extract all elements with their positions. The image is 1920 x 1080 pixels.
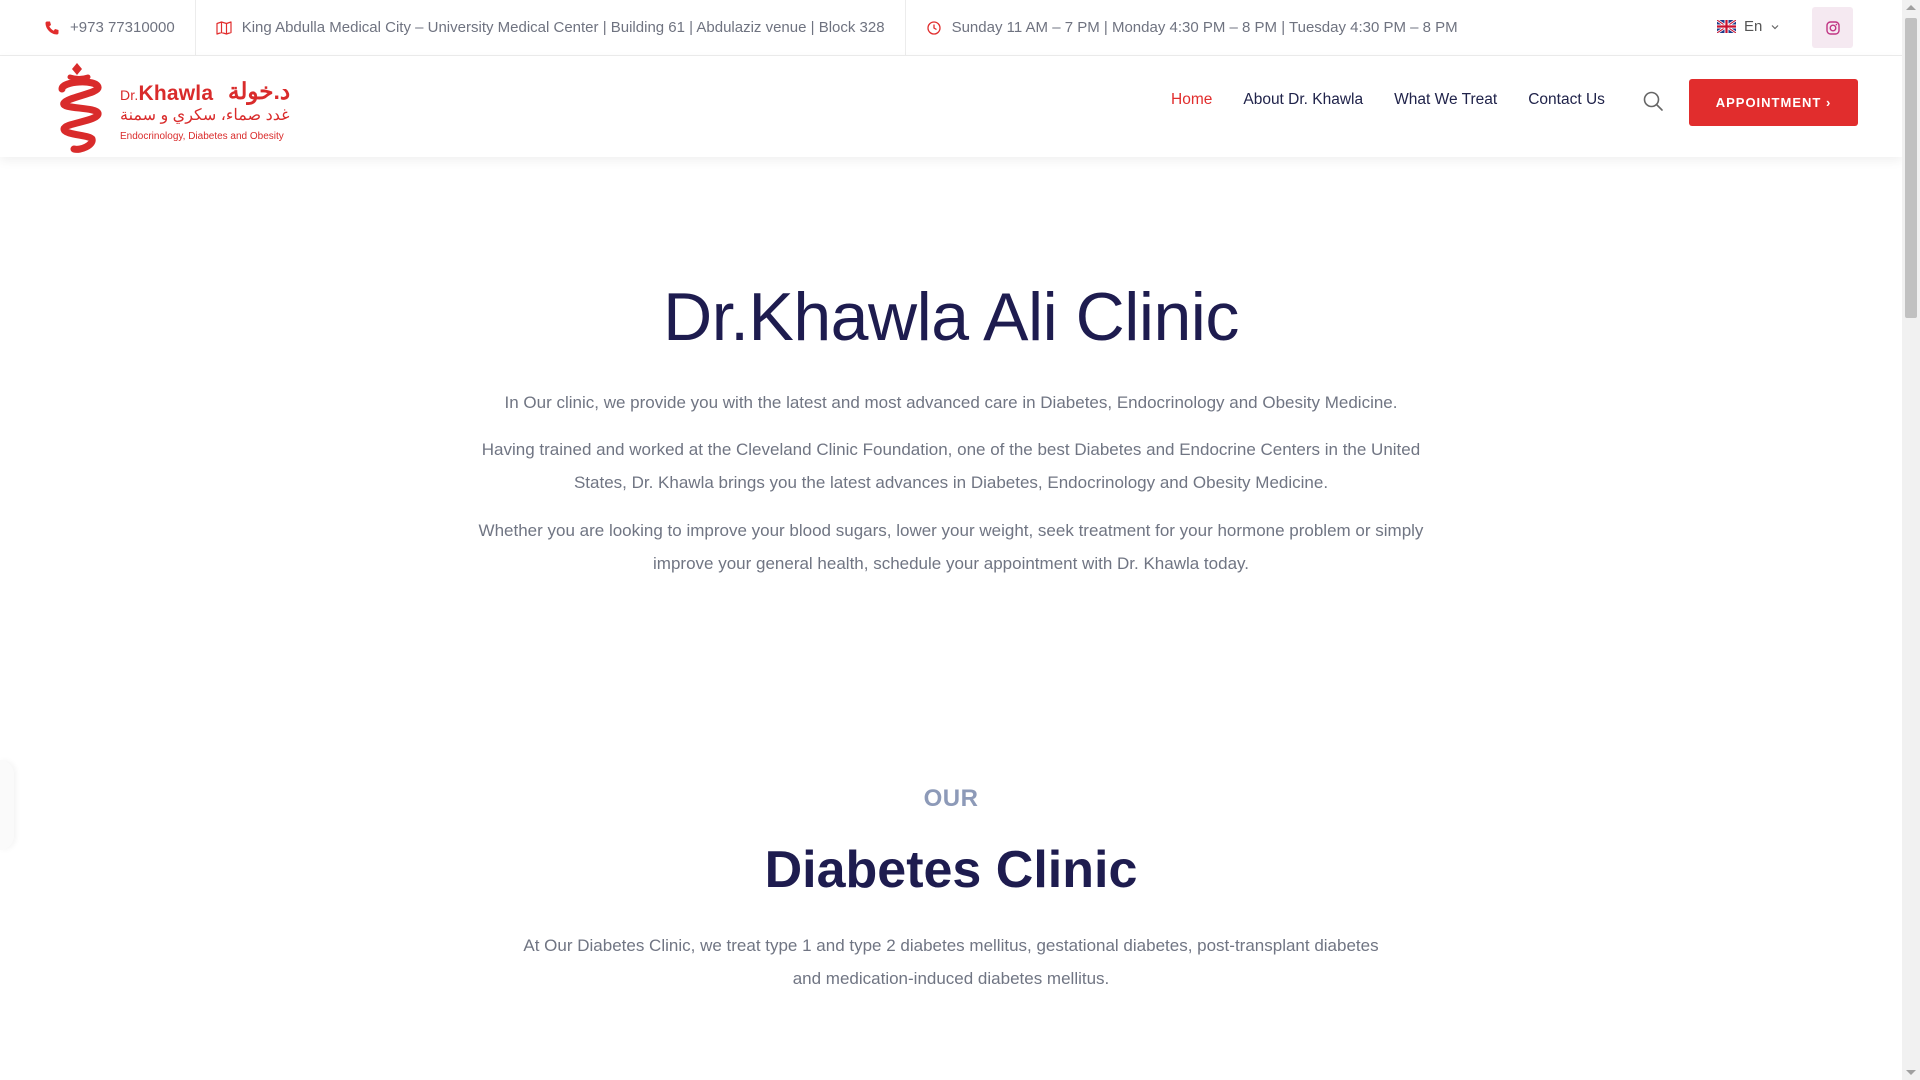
main-nav: Home About Dr. Khawla What We Treat Cont… — [1171, 91, 1605, 109]
language-label: En — [1744, 18, 1763, 35]
search-icon[interactable] — [1642, 90, 1664, 112]
language-selector[interactable]: En — [1717, 18, 1780, 35]
phone-contact[interactable]: +973 77310000 — [0, 0, 196, 56]
instagram-icon — [1825, 20, 1840, 35]
hours-text: Sunday 11 AM – 7 PM | Monday 4:30 PM – 8… — [951, 19, 1458, 36]
logo-name-en: Dr.Khawla — [120, 82, 213, 106]
uk-flag-icon — [1717, 20, 1736, 33]
phone-number[interactable]: +973 77310000 — [70, 19, 175, 36]
top-info-bar: +973 77310000 King Abdulla Medical City … — [0, 0, 1902, 56]
scroll-down-arrow[interactable] — [1906, 1070, 1916, 1075]
hero-training: Having trained and worked at the Clevela… — [481, 440, 1421, 492]
main-header: Dr.Khawla د.خولة غدد صماء، سكري و سمنة E… — [0, 56, 1902, 157]
address-info: King Abdulla Medical City – University M… — [196, 0, 906, 56]
appointment-button[interactable]: APPOINTMENT › — [1689, 79, 1858, 126]
site-logo[interactable]: Dr.Khawla د.خولة غدد صماء، سكري و سمنة E… — [50, 63, 300, 153]
section-eyebrow: OUR — [923, 785, 979, 812]
hero-intro: In Our clinic, we provide you with the l… — [504, 393, 1398, 412]
nav-contact[interactable]: Contact Us — [1528, 91, 1605, 109]
nav-what-we-treat[interactable]: What We Treat — [1394, 91, 1497, 109]
logo-khawla: Khawla — [138, 82, 214, 105]
nav-home[interactable]: Home — [1171, 91, 1212, 109]
instagram-button[interactable] — [1812, 7, 1853, 48]
logo-subtitle: Endocrinology, Diabetes and Obesity — [120, 131, 284, 142]
side-widget-tab[interactable] — [0, 760, 14, 850]
scroll-up-arrow[interactable] — [1906, 5, 1916, 10]
hero-title: Dr.Khawla Ali Clinic — [663, 279, 1239, 355]
logo-tagline-ar: غدد صماء، سكري و سمنة — [120, 107, 290, 124]
phone-icon — [45, 21, 59, 34]
logo-dr: Dr. — [120, 87, 139, 103]
opening-hours: Sunday 11 AM – 7 PM | Monday 4:30 PM – 8… — [906, 0, 1458, 56]
map-icon — [216, 20, 232, 35]
address-text: King Abdulla Medical City – University M… — [241, 19, 885, 36]
section-title: Diabetes Clinic — [764, 841, 1138, 899]
nav-about[interactable]: About Dr. Khawla — [1243, 91, 1363, 109]
hero-cta-text: Whether you are looking to improve your … — [478, 521, 1424, 573]
logo-mark-icon — [58, 63, 102, 153]
logo-name-ar: د.خولة — [228, 78, 291, 104]
page-scrollbar[interactable] — [1902, 0, 1920, 1080]
clock-icon — [926, 20, 941, 35]
chevron-down-icon — [1771, 24, 1779, 29]
section-description: At Our Diabetes Clinic, we treat type 1 … — [523, 936, 1379, 988]
scroll-thumb[interactable] — [1905, 18, 1917, 318]
